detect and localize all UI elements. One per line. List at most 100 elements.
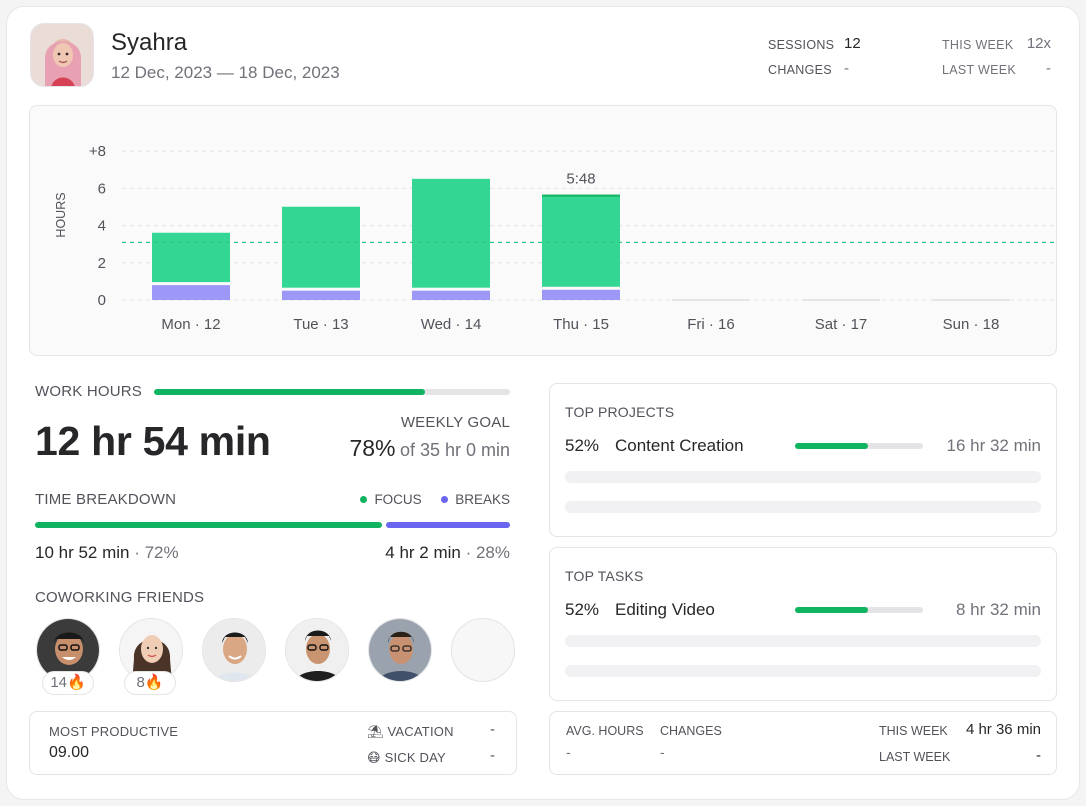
- skeleton-row: [565, 635, 1041, 647]
- breaks-bar: [412, 290, 490, 300]
- x-tick-label: Wed · 14: [421, 316, 482, 333]
- changes-label: CHANGES: [768, 63, 832, 77]
- sessions-label: SESSIONS: [768, 38, 835, 52]
- sick-day-value: -: [490, 747, 495, 764]
- focus-legend-label: FOCUS: [374, 492, 422, 507]
- top-task-percent: 52%: [565, 600, 600, 619]
- focus-bar: [412, 178, 490, 288]
- y-tick-label: 4: [98, 218, 106, 235]
- vacation-icon: ⛱: [367, 724, 384, 739]
- work-hours-progress-fill: [154, 389, 425, 395]
- avg-hours-label: AVG. HOURS: [566, 724, 644, 738]
- empty-bar: [932, 299, 1010, 301]
- friend-avatar[interactable]: [368, 618, 432, 682]
- x-tick-label: Thu · 15: [553, 316, 609, 333]
- skeleton-row: [565, 501, 1041, 513]
- focus-bar: [152, 232, 230, 283]
- focus-time: 10 hr 52 min: [35, 543, 130, 562]
- breakdown-bar: [35, 522, 510, 528]
- averages-this-week-label: THIS WEEK: [879, 724, 948, 738]
- friend-streak-badge: 8🔥: [124, 671, 176, 695]
- x-tick-label: Tue · 13: [293, 316, 348, 333]
- vacation-value: -: [490, 721, 495, 738]
- focus-summary: 10 hr 52 min · 72%: [35, 543, 179, 563]
- friend-avatar[interactable]: [285, 618, 349, 682]
- breaks-legend-dot: [441, 495, 449, 503]
- vacation-row: ⛱ VACATION: [367, 724, 454, 740]
- y-tick-label: 2: [98, 255, 106, 272]
- vacation-label: VACATION: [387, 724, 454, 739]
- friend-avatar[interactable]: [202, 618, 266, 682]
- sick-day-label: SICK DAY: [384, 750, 446, 765]
- coworking-friends-label: COWORKING FRIENDS: [35, 589, 205, 606]
- breaks-bar: [152, 285, 230, 300]
- top-task-progress-track: [795, 607, 923, 613]
- focus-legend-dot: [360, 495, 368, 503]
- hours-chart-panel: 0 2 4 6 +8 HOURS Mon · 12 Tue · 13 Wed · 14 5:48 T…: [29, 105, 1058, 356]
- focus-bar: [542, 194, 620, 287]
- work-hours-label: WORK HOURS: [35, 383, 142, 400]
- averages-changes-label: CHANGES: [660, 724, 722, 738]
- breaks-summary: 4 hr 2 min · 28%: [385, 543, 510, 563]
- hours-chart: 0 2 4 6 +8 HOURS Mon · 12 Tue · 13 Wed · 14 5:48 T…: [54, 143, 1058, 333]
- x-tick-label: Sun · 18: [943, 316, 1000, 333]
- top-project-progress-fill: [795, 443, 868, 449]
- focus-bar: [282, 206, 360, 288]
- date-range: 12 Dec, 2023 — 18 Dec, 2023: [111, 63, 340, 82]
- y-tick-label: +8: [89, 143, 106, 160]
- y-axis-label: HOURS: [54, 192, 68, 237]
- profile-avatar[interactable]: [30, 23, 94, 87]
- this-week-label: THIS WEEK: [942, 38, 1014, 52]
- averages-last-week-label: LAST WEEK: [879, 750, 951, 764]
- weekly-goal-percent: 78%: [349, 435, 396, 461]
- averages-this-week-value: 4 hr 36 min: [965, 721, 1041, 738]
- x-tick-label: Sat · 17: [815, 316, 868, 333]
- focus-segment: [35, 522, 382, 528]
- breakdown-legend: FOCUS BREAKS: [360, 492, 510, 507]
- time-breakdown-label: TIME BREAKDOWN: [35, 491, 177, 508]
- top-task-progress-fill: [795, 607, 868, 613]
- sessions-value: 12: [844, 35, 861, 52]
- weekly-goal-label: WEEKLY GOAL: [400, 414, 510, 431]
- work-hours-total: 12 hr 54 min: [35, 418, 271, 464]
- breaks-bar: [282, 290, 360, 300]
- breaks-legend-label: BREAKS: [455, 492, 510, 507]
- changes-value: -: [844, 60, 849, 77]
- breaks-percent: · 28%: [460, 543, 510, 562]
- averages-last-week-value: -: [1036, 747, 1041, 764]
- weekly-goal-of: of 35 hr 0 min: [399, 440, 510, 460]
- top-project-percent: 52%: [565, 436, 600, 455]
- top-project-progress-track: [795, 443, 923, 449]
- friend-avatar-placeholder[interactable]: [451, 618, 515, 682]
- skeleton-row: [565, 665, 1041, 677]
- weekly-goal: 78% of 35 hr 0 min: [349, 435, 510, 462]
- most-productive-label: MOST PRODUCTIVE: [49, 724, 179, 739]
- work-hours-progress-track: [154, 389, 510, 395]
- y-tick-label: 0: [98, 292, 106, 309]
- x-tick-label: Mon · 12: [161, 316, 220, 333]
- last-week-value: -: [1046, 60, 1051, 77]
- skeleton-row: [565, 471, 1041, 483]
- breaks-time: 4 hr 2 min: [385, 543, 461, 562]
- top-tasks-label: TOP TASKS: [565, 568, 644, 584]
- top-project-name[interactable]: Content Creation: [615, 436, 744, 456]
- empty-bar: [672, 299, 750, 301]
- top-task-name[interactable]: Editing Video: [615, 600, 715, 620]
- sick-day-row: 😷 SICK DAY: [367, 750, 446, 766]
- last-week-label: LAST WEEK: [942, 63, 1017, 77]
- this-week-value: 12x: [1026, 35, 1051, 52]
- x-tick-label: Fri · 16: [687, 316, 735, 333]
- friend-streak-badge: 14🔥: [42, 671, 94, 695]
- top-project-time: 16 hr 32 min: [946, 436, 1042, 455]
- sick-day-icon: 😷: [367, 750, 381, 765]
- y-tick-label: 6: [98, 180, 106, 197]
- breaks-bar: [542, 289, 620, 300]
- bar-annotation: 5:48: [566, 171, 595, 188]
- empty-bar: [802, 299, 880, 301]
- top-task-time: 8 hr 32 min: [955, 600, 1041, 619]
- breaks-segment: [386, 522, 510, 528]
- averages-changes-value: -: [660, 744, 665, 760]
- focus-percent: · 72%: [129, 543, 179, 562]
- top-projects-label: TOP PROJECTS: [565, 404, 675, 420]
- profile-name: Syahra: [111, 29, 188, 56]
